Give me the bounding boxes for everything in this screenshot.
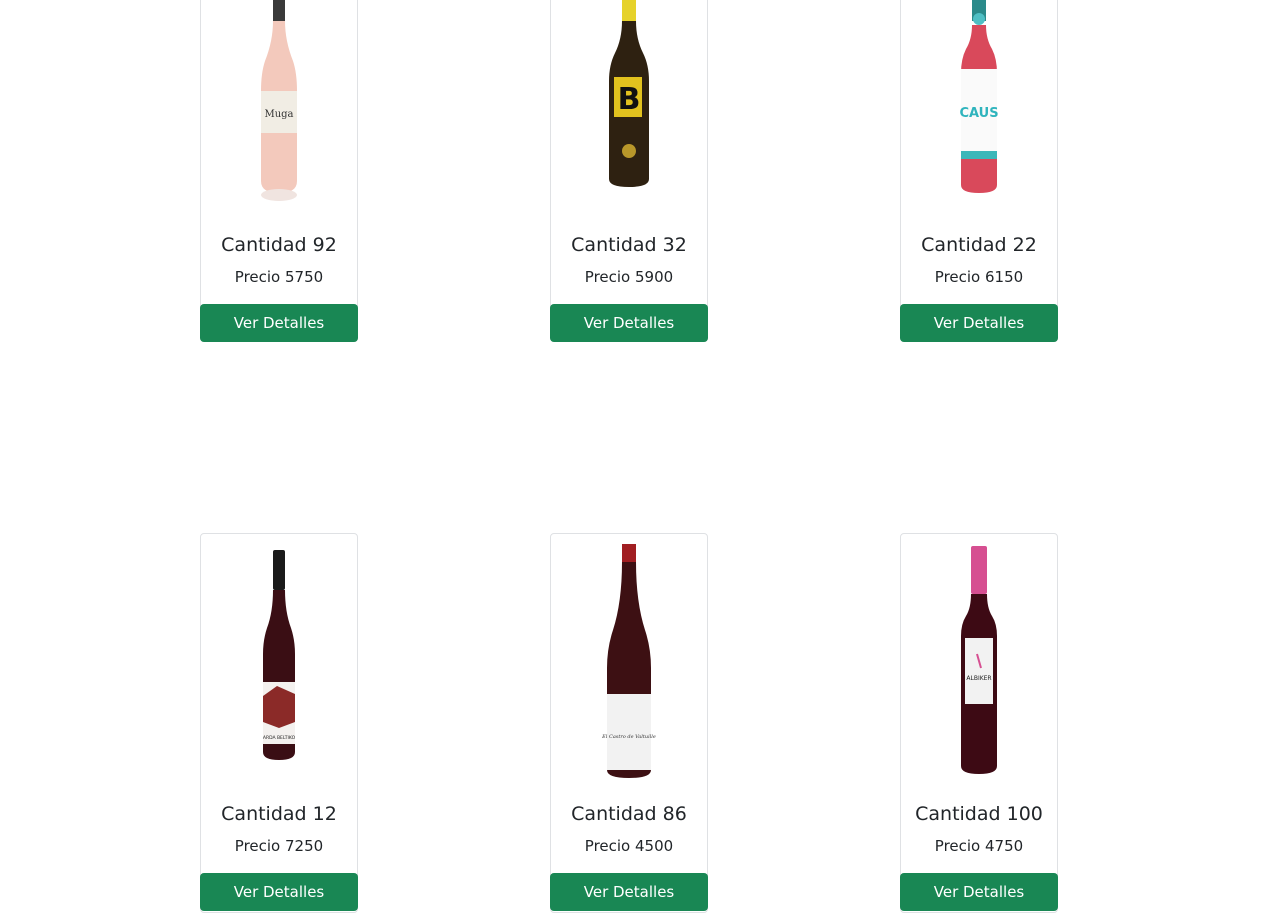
product-price: Precio 5900 xyxy=(584,268,674,286)
product-price: Precio 7250 xyxy=(234,837,324,855)
wine-bottle-red-icon: El Castro de Valtuille xyxy=(601,544,656,778)
product-quantity: Cantidad 12 xyxy=(221,803,337,825)
svg-text:ARDA BELTIKO: ARDA BELTIKO xyxy=(263,735,296,741)
wine-bottle-red-icon: ALBIKER xyxy=(961,546,997,774)
product-price: Precio 6150 xyxy=(934,268,1024,286)
view-details-button[interactable]: Ver Detalles xyxy=(200,873,358,911)
product-quantity: Cantidad 22 xyxy=(921,234,1037,256)
wine-bottle-white-icon: B xyxy=(609,0,649,187)
product-price: Precio 4750 xyxy=(934,837,1024,855)
view-details-button[interactable]: Ver Detalles xyxy=(900,304,1058,342)
wine-bottle-red-icon: ARDA BELTIKO xyxy=(263,550,296,760)
product-quantity: Cantidad 92 xyxy=(221,234,337,256)
wine-bottle-rose-icon: CAUS xyxy=(959,0,999,193)
product-image: B xyxy=(551,0,707,216)
product-quantity: Cantidad 100 xyxy=(915,803,1043,825)
svg-text:ALBIKER: ALBIKER xyxy=(966,675,991,682)
product-card: ALBIKER Cantidad 100 Precio 4750 Ver Det… xyxy=(900,533,1058,913)
view-details-button[interactable]: Ver Detalles xyxy=(900,873,1058,911)
product-image: ARDA BELTIKO xyxy=(201,546,357,766)
product-card: ARDA BELTIKO Cantidad 12 Precio 7250 Ver… xyxy=(200,533,358,913)
view-details-button[interactable]: Ver Detalles xyxy=(550,304,708,342)
svg-text:B: B xyxy=(618,82,641,117)
view-details-button[interactable]: Ver Detalles xyxy=(550,873,708,911)
svg-text:El Castro de Valtuille: El Castro de Valtuille xyxy=(601,734,656,740)
product-image: Muga xyxy=(201,0,357,216)
product-card: Muga Cantidad 92 Precio 5750 Ver Detalle… xyxy=(200,0,358,342)
product-card: El Castro de Valtuille Cantidad 86 Preci… xyxy=(550,533,708,913)
product-quantity: Cantidad 32 xyxy=(571,234,687,256)
product-card: CAUS Cantidad 22 Precio 6150 Ver Detalle… xyxy=(900,0,1058,342)
product-price: Precio 5750 xyxy=(234,268,324,286)
svg-text:CAUS: CAUS xyxy=(959,106,998,121)
wine-bottle-rose-icon: Muga xyxy=(261,0,297,201)
product-quantity: Cantidad 86 xyxy=(571,803,687,825)
product-image: El Castro de Valtuille xyxy=(551,542,707,782)
svg-text:Muga: Muga xyxy=(264,109,293,120)
product-image: CAUS xyxy=(901,0,1057,216)
product-price: Precio 4500 xyxy=(584,837,674,855)
view-details-button[interactable]: Ver Detalles xyxy=(200,304,358,342)
product-card: B Cantidad 32 Precio 5900 Ver Detalles xyxy=(550,0,708,342)
product-image: ALBIKER xyxy=(901,544,1057,780)
